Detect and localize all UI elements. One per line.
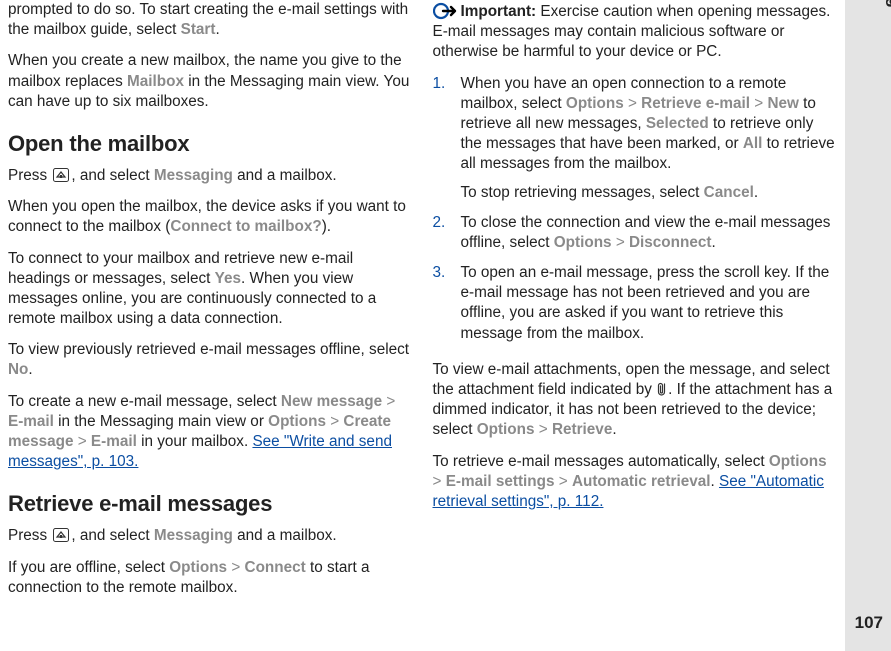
side-tab: Messaging 107 xyxy=(845,0,891,651)
open-paragraph-2: When you open the mailbox, the device as… xyxy=(8,197,411,237)
breadcrumb-sep: > xyxy=(330,413,339,430)
auto-retrieval-paragraph: To retrieve e-mail messages automaticall… xyxy=(433,452,836,513)
page-number: 107 xyxy=(855,613,883,633)
text: To stop retrieving messages, select xyxy=(461,184,704,201)
step-1: When you have an open connection to a re… xyxy=(433,74,836,203)
text: . xyxy=(215,21,219,38)
ui-word-email: E-mail xyxy=(91,433,137,450)
text: . xyxy=(711,473,720,490)
ui-word-yes: Yes xyxy=(215,270,241,287)
breadcrumb-sep: > xyxy=(386,393,395,410)
ui-word-all: All xyxy=(743,135,763,152)
intro-paragraph-1: prompted to do so. To start creating the… xyxy=(8,0,411,40)
text: ). xyxy=(322,218,331,235)
text: , and select xyxy=(71,167,153,184)
ui-word-retrieve: Retrieve xyxy=(552,421,612,438)
ui-word-selected: Selected xyxy=(646,115,709,132)
home-key-icon xyxy=(53,528,69,542)
retrieve-paragraph-1: Press , and select Messaging and a mailb… xyxy=(8,526,411,546)
numbered-steps: When you have an open connection to a re… xyxy=(433,74,836,354)
intro-paragraph-2: When you create a new mailbox, the name … xyxy=(8,51,411,112)
ui-word-start: Start xyxy=(181,21,216,38)
left-column: prompted to do so. To start creating the… xyxy=(8,0,411,641)
right-column: Important: Exercise caution when opening… xyxy=(433,0,836,641)
ui-word-no: No xyxy=(8,361,28,378)
ui-word-options: Options xyxy=(566,95,624,112)
breadcrumb-sep: > xyxy=(616,234,625,251)
text: . xyxy=(754,184,758,201)
step-1-sub: To stop retrieving messages, select Canc… xyxy=(461,183,836,203)
open-paragraph-4: To view previously retrieved e-mail mess… xyxy=(8,340,411,380)
breadcrumb-sep: > xyxy=(559,473,568,490)
home-key-icon xyxy=(53,168,69,182)
ui-word-messaging: Messaging xyxy=(154,527,233,544)
ui-word-retrieve-email: Retrieve e-mail xyxy=(641,95,750,112)
step-3: To open an e-mail message, press the scr… xyxy=(433,263,836,344)
ui-word-options: Options xyxy=(769,453,827,470)
ui-word-new-message: New message xyxy=(281,393,382,410)
page-content: prompted to do so. To start creating the… xyxy=(0,0,845,651)
section-label: Messaging xyxy=(885,0,891,8)
text: in your mailbox. xyxy=(137,433,253,450)
text: To create a new e-mail message, select xyxy=(8,393,281,410)
retrieve-paragraph-2: If you are offline, select Options > Con… xyxy=(8,558,411,598)
heading-retrieve-email: Retrieve e-mail messages xyxy=(8,489,411,518)
important-note: Important: Exercise caution when opening… xyxy=(433,0,836,63)
step-2: To close the connection and view the e-m… xyxy=(433,213,836,253)
text: in the Messaging main view or xyxy=(54,413,268,430)
text: Press xyxy=(8,167,51,184)
heading-open-mailbox: Open the mailbox xyxy=(8,129,411,158)
text: To view previously retrieved e-mail mess… xyxy=(8,341,409,358)
ui-word-options: Options xyxy=(477,421,535,438)
text: If you are offline, select xyxy=(8,559,169,576)
text: and a mailbox. xyxy=(233,527,337,544)
ui-word-disconnect: Disconnect xyxy=(629,234,711,251)
breadcrumb-sep: > xyxy=(78,433,87,450)
open-paragraph-1: Press , and select Messaging and a mailb… xyxy=(8,166,411,186)
text: . xyxy=(711,234,715,251)
attachments-paragraph: To view e-mail attachments, open the mes… xyxy=(433,360,836,441)
ui-word-mailbox: Mailbox xyxy=(127,73,184,90)
ui-word-options: Options xyxy=(554,234,612,251)
ui-word-options: Options xyxy=(169,559,227,576)
ui-word-email-settings: E-mail settings xyxy=(446,473,555,490)
ui-word-connect-to-mailbox: Connect to mailbox? xyxy=(170,218,321,235)
breadcrumb-sep: > xyxy=(539,421,548,438)
important-icon xyxy=(433,0,457,22)
breadcrumb-sep: > xyxy=(628,95,637,112)
ui-word-automatic-retrieval: Automatic retrieval xyxy=(572,473,711,490)
ui-word-cancel: Cancel xyxy=(704,184,754,201)
open-paragraph-3: To connect to your mailbox and retrieve … xyxy=(8,249,411,330)
text: , and select xyxy=(71,527,153,544)
breadcrumb-sep: > xyxy=(754,95,763,112)
text: To open an e-mail message, press the scr… xyxy=(461,264,830,342)
ui-word-connect: Connect xyxy=(245,559,306,576)
text: . xyxy=(28,361,32,378)
open-paragraph-5: To create a new e-mail message, select N… xyxy=(8,392,411,473)
text: Press xyxy=(8,527,51,544)
paperclip-icon xyxy=(656,381,668,397)
text: . xyxy=(612,421,616,438)
ui-word-email: E-mail xyxy=(8,413,54,430)
text: and a mailbox. xyxy=(233,167,337,184)
important-label: Important: xyxy=(461,3,541,20)
ui-word-messaging: Messaging xyxy=(154,167,233,184)
breadcrumb-sep: > xyxy=(231,559,240,576)
ui-word-new: New xyxy=(767,95,798,112)
text: To retrieve e-mail messages automaticall… xyxy=(433,453,769,470)
ui-word-options: Options xyxy=(268,413,326,430)
